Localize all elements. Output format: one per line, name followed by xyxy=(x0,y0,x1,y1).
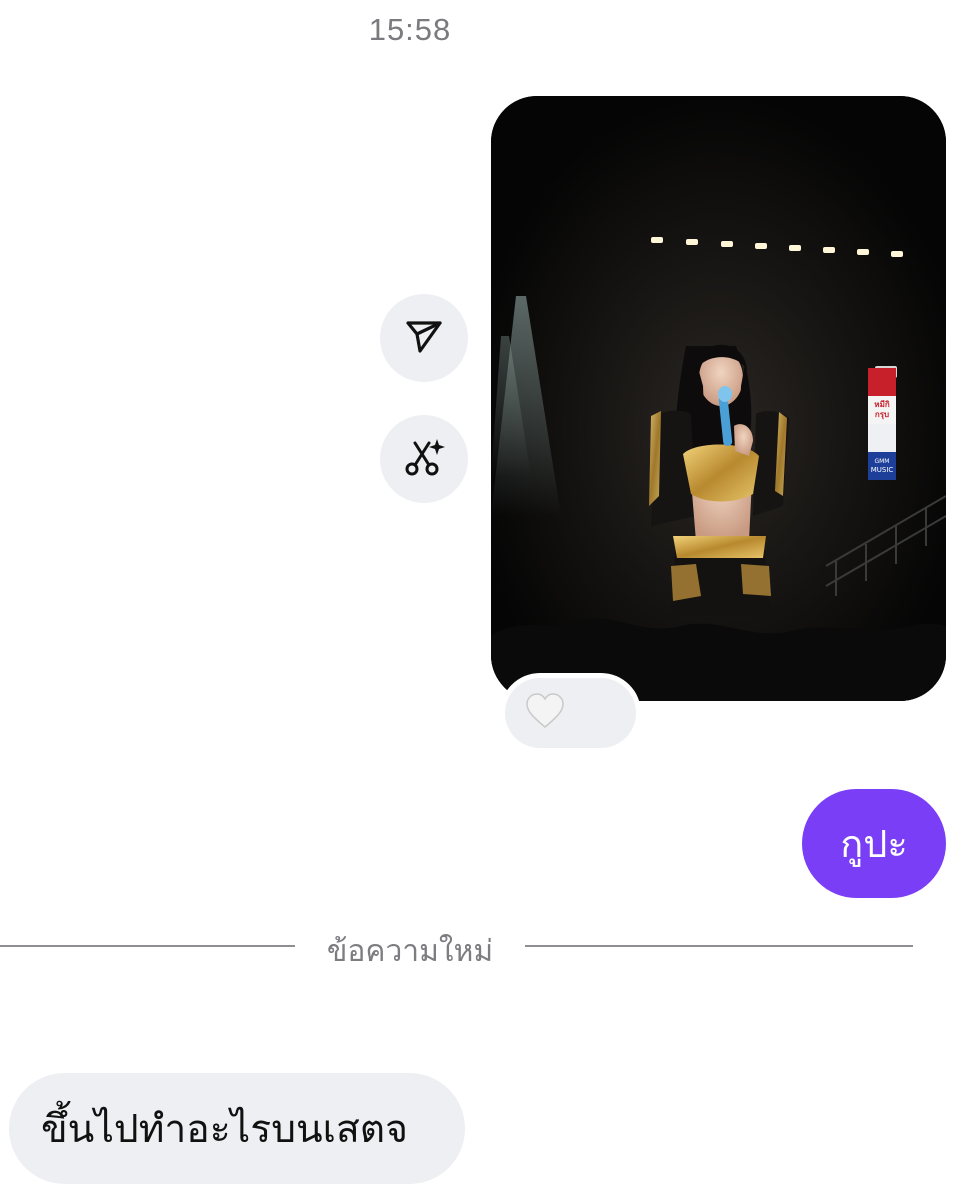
send-icon xyxy=(404,316,444,361)
message-timestamp: 15:58 xyxy=(368,12,452,47)
divider-label: ข้อความใหม่ xyxy=(326,935,494,968)
sponsor-banner: หมีกิ กรุบ GMM MUSIC xyxy=(868,366,897,480)
divider-line xyxy=(525,945,913,947)
banner-text: MUSIC xyxy=(871,466,894,474)
reaction-pill[interactable] xyxy=(505,678,636,748)
share-button[interactable] xyxy=(380,294,468,382)
banner-text: หมีกิ xyxy=(874,399,890,409)
scissors-sparkle-icon xyxy=(402,435,446,484)
cutout-button[interactable] xyxy=(380,415,468,503)
incoming-message-text: ขึ้นไปทำอะไรบนเสตจ xyxy=(41,1107,408,1151)
outgoing-message-bubble[interactable]: กูปะ xyxy=(802,789,946,898)
banner-text: กรุบ xyxy=(875,410,889,420)
banner-text: GMM xyxy=(874,458,889,465)
chat-screen: 15:58 หมีกิ กรุบ GMM MUSIC กูปะ ข้อความใ… xyxy=(0,0,968,1200)
concert-photo: หมีกิ กรุบ GMM MUSIC xyxy=(491,96,946,701)
photo-message[interactable]: หมีกิ กรุบ GMM MUSIC xyxy=(491,96,946,701)
white-heart-icon xyxy=(525,692,565,734)
new-messages-divider: ข้อความใหม่ xyxy=(0,922,968,972)
divider-line xyxy=(0,945,295,947)
incoming-message-bubble[interactable]: ขึ้นไปทำอะไรบนเสตจ xyxy=(9,1073,465,1184)
outgoing-message-text: กูปะ xyxy=(840,824,908,866)
